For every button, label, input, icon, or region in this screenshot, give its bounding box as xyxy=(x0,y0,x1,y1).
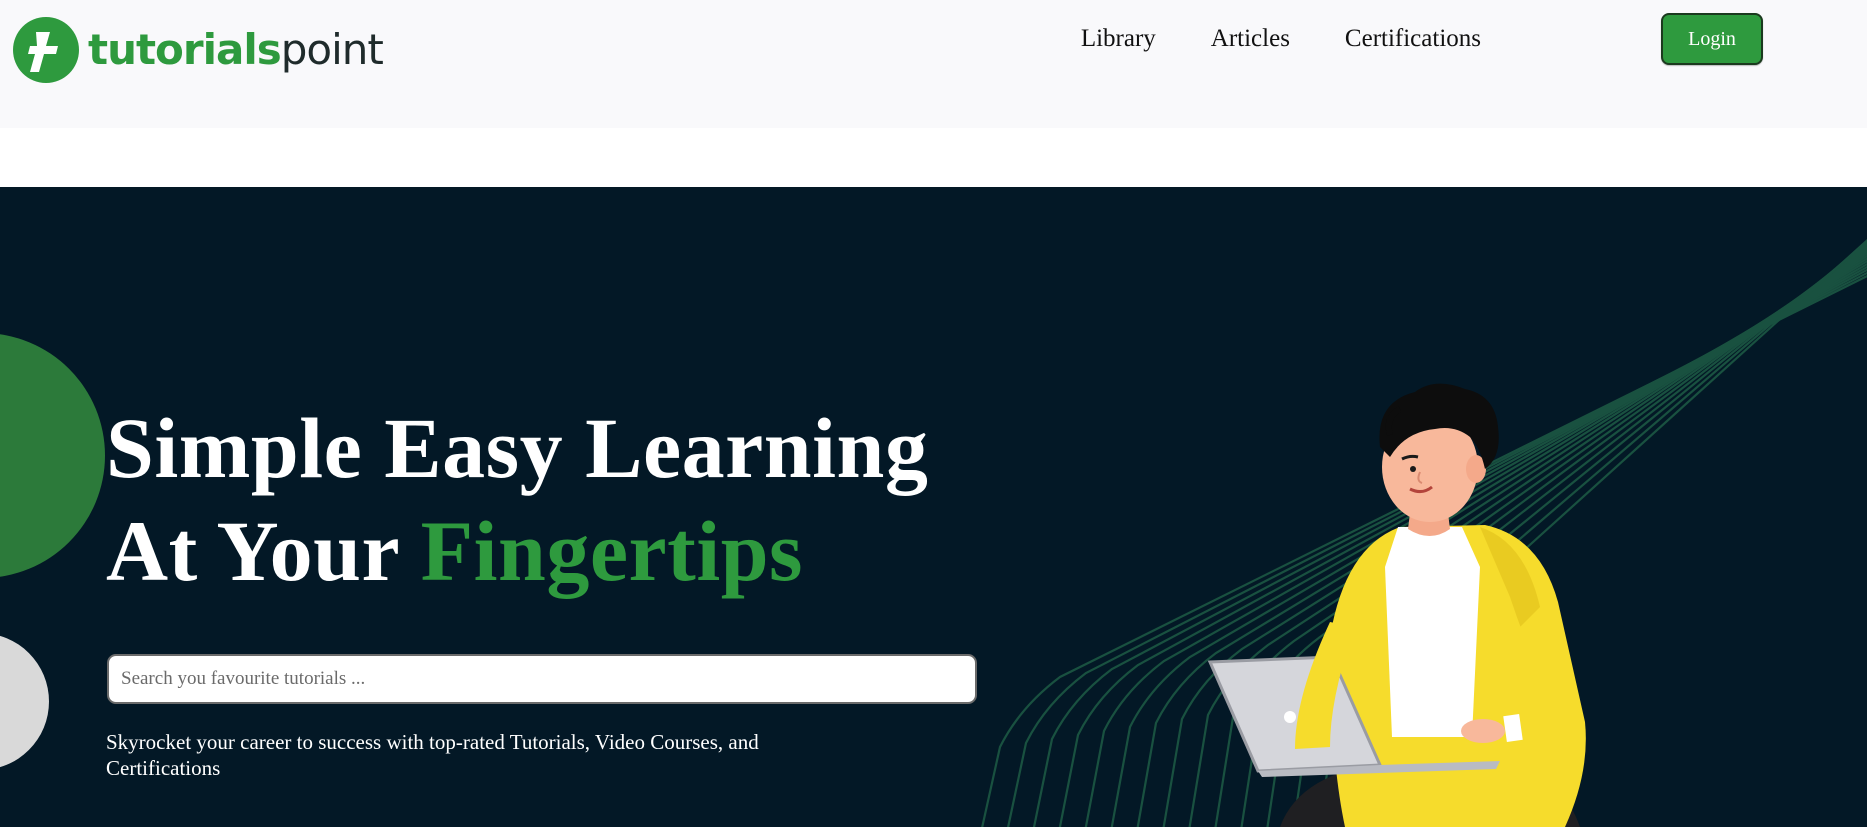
hero-heading-line2-prefix: At Your xyxy=(106,503,421,599)
nav-certifications-link[interactable]: Certifications xyxy=(1345,25,1481,53)
hero-subtitle: Skyrocket your career to success with to… xyxy=(106,730,759,780)
person-with-laptop-illustration xyxy=(1207,383,1586,827)
logo-wordmark: tutorials point xyxy=(88,25,384,74)
logo-text-point: point xyxy=(280,25,384,74)
site-header: tutorials point Library Articles Certific… xyxy=(0,0,1867,128)
hero-heading-accent: Fingertips xyxy=(420,503,804,599)
hero-heading-line1: Simple Easy Learning xyxy=(106,400,929,496)
hero-heading: Simple Easy Learning At Your Fingertips xyxy=(106,397,928,603)
login-button[interactable]: Login xyxy=(1661,13,1763,65)
hero-section: Simple Easy Learning At Your Fingertips … xyxy=(0,187,1867,827)
nav-articles-link[interactable]: Articles xyxy=(1211,25,1290,53)
logo-text-tutorials: tutorials xyxy=(88,25,282,74)
nav-library-link[interactable]: Library xyxy=(1081,25,1156,53)
logo-mark-icon xyxy=(13,17,79,83)
tutorial-search-input[interactable] xyxy=(107,654,977,704)
main-nav: Library Articles Certifications xyxy=(1026,14,1481,64)
tutorialspoint-logo[interactable]: tutorials point xyxy=(12,16,384,84)
